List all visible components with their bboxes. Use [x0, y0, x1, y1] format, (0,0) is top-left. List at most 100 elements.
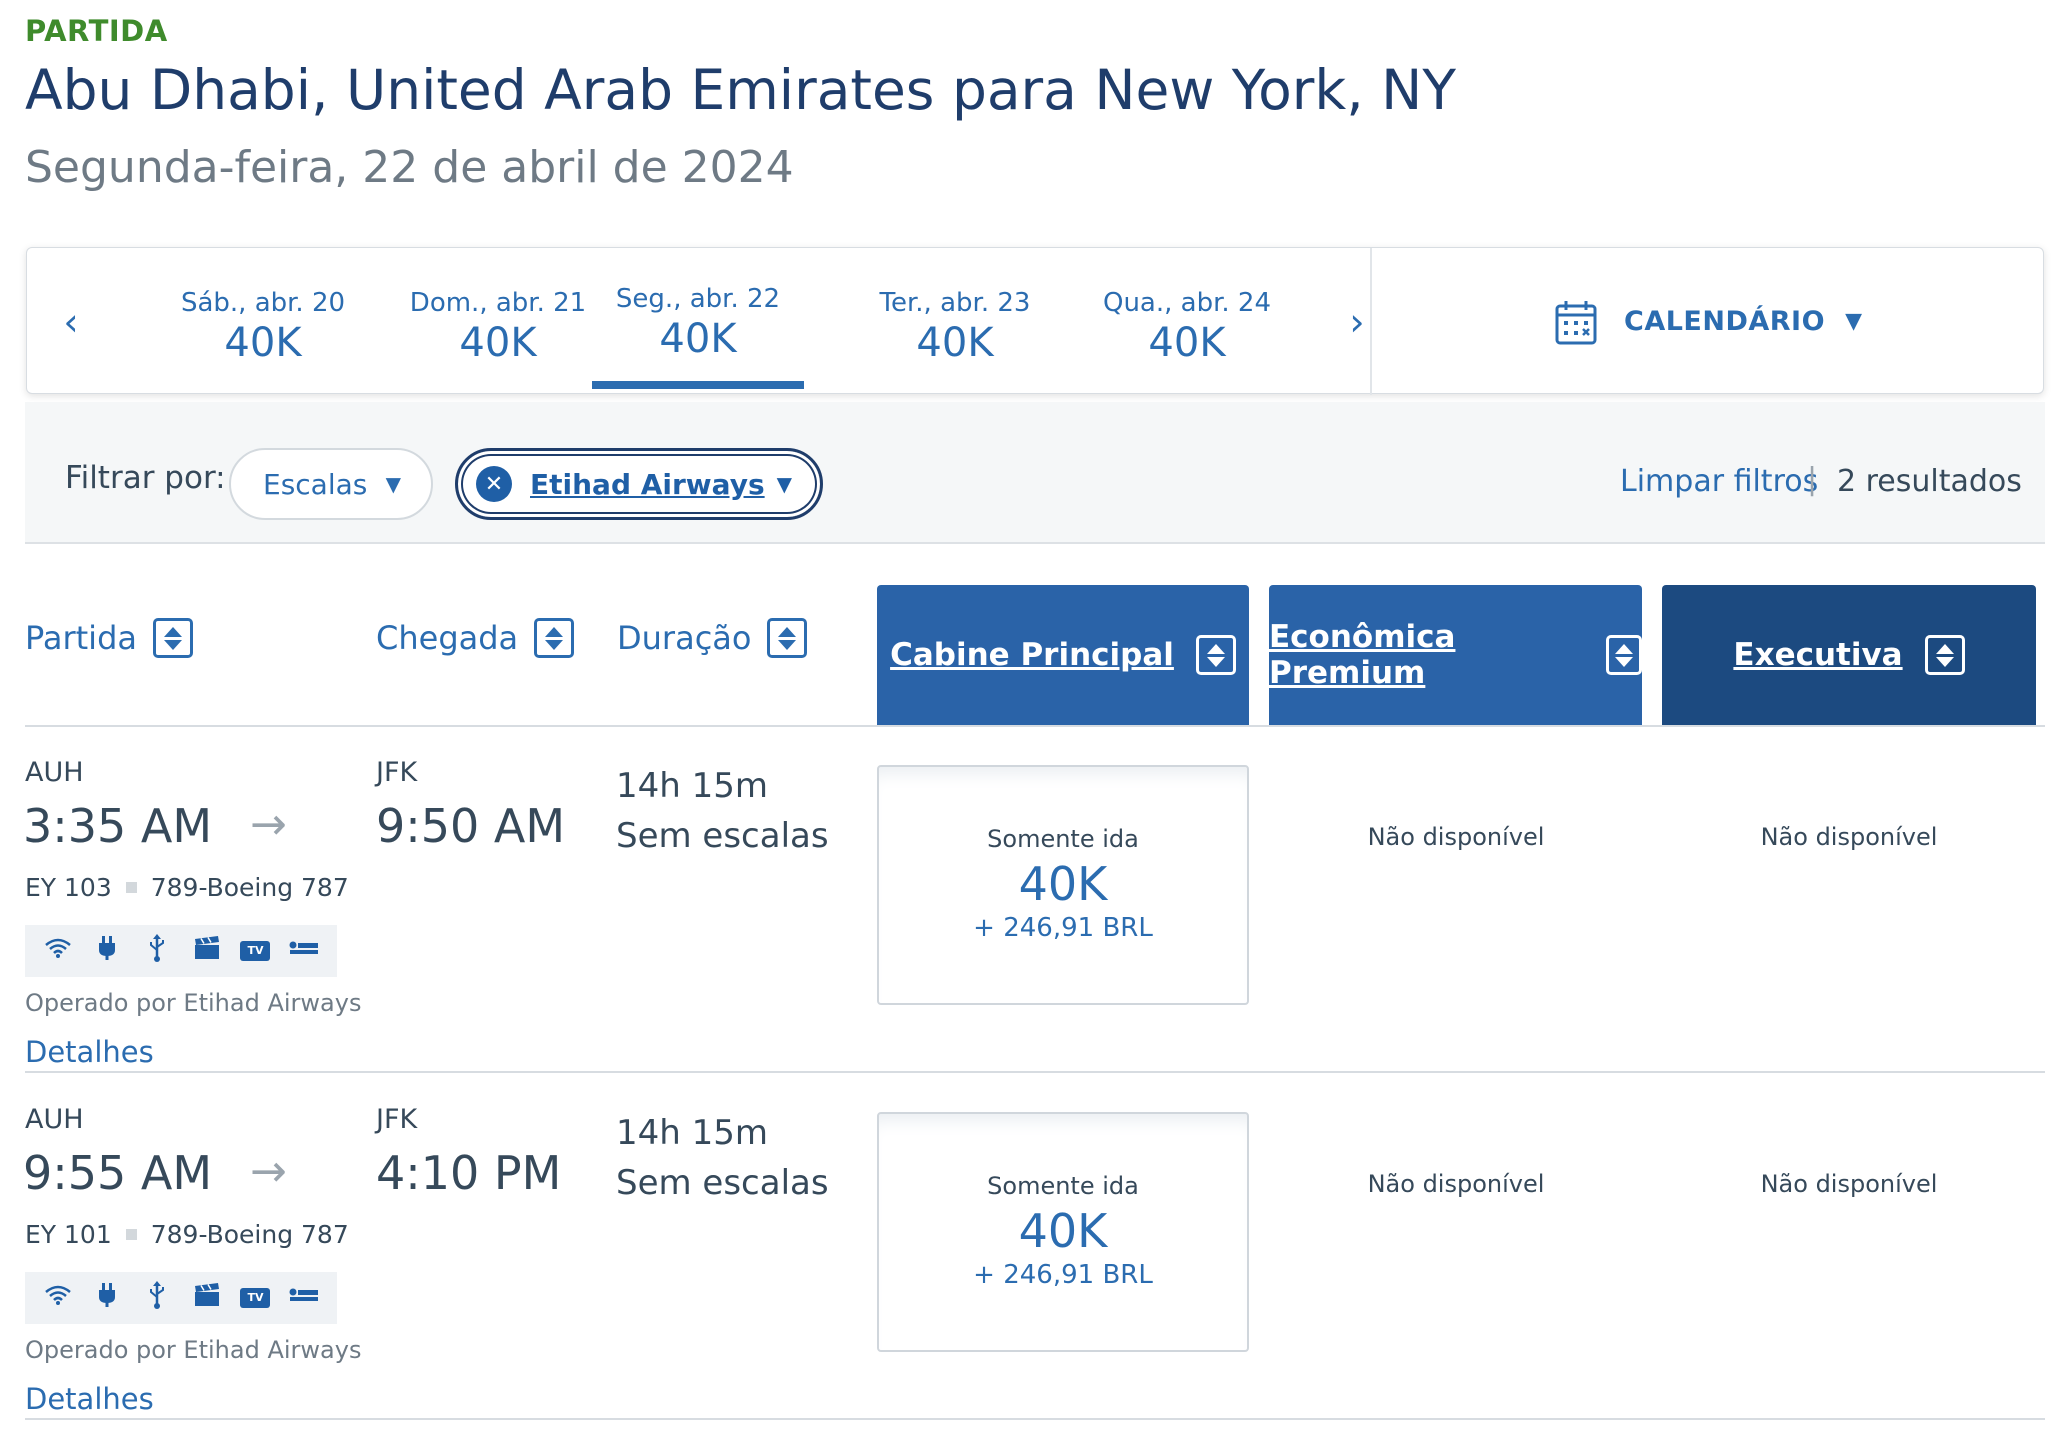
wifi-icon — [42, 1284, 74, 1312]
divider — [25, 1418, 2045, 1420]
arrow-right-icon: → — [250, 799, 287, 850]
separator: | — [1807, 462, 1818, 497]
amenities-bar: TV — [25, 925, 337, 977]
date-option-selected[interactable]: Seg., abr. 22 40K — [592, 248, 804, 395]
sort-arrival-button[interactable]: Chegada — [376, 618, 575, 658]
origin-airport: AUH — [25, 757, 84, 788]
date-option-label: Qua., abr. 24 — [1102, 288, 1272, 318]
tv-icon: TV — [240, 1288, 271, 1308]
duration-header-label: Duração — [617, 619, 752, 657]
date-option-label: Ter., abr. 23 — [879, 288, 1031, 318]
sort-icon — [1195, 635, 1236, 675]
flight-row: AUH 9:55 AM → JFK 4:10 PM 14h 15m Sem es… — [0, 1074, 2066, 1420]
caret-down-icon: ▼ — [385, 472, 401, 496]
duration-value: 14h 15m — [616, 1113, 769, 1153]
page-title: Abu Dhabi, United Arab Emirates para New… — [25, 58, 1456, 122]
entertainment-icon — [191, 1283, 223, 1313]
sort-icon — [1924, 635, 1965, 675]
amenities-bar: TV — [25, 1272, 337, 1324]
date-option-4[interactable]: Ter., abr. 23 40K — [849, 248, 1061, 395]
usb-icon — [141, 1280, 173, 1316]
wifi-icon — [42, 937, 74, 965]
remove-filter-icon[interactable]: ✕ — [476, 466, 512, 502]
filter-label: Filtrar por: — [65, 460, 226, 496]
lie-flat-seat-icon — [288, 938, 320, 964]
calendar-icon — [1555, 300, 1597, 344]
separator-dot — [125, 1229, 137, 1240]
fare-price: 40K — [1018, 857, 1108, 911]
details-link[interactable]: Detalhes — [25, 1382, 154, 1416]
flight-info: EY 103 789-Boeing 787 — [25, 873, 349, 902]
sort-icon — [767, 618, 808, 658]
fare-button-main-cabin[interactable]: Somente ida 40K + 246,91 BRL — [877, 765, 1249, 1005]
filter-bar: Filtrar por: Escalas ▼ ✕ Etihad Airways … — [25, 402, 2045, 544]
flight-duration: 14h 15m Sem escalas — [616, 761, 829, 861]
fare-taxes: + 246,91 BRL — [973, 1260, 1153, 1290]
power-outlet-icon — [91, 935, 123, 967]
sort-duration-button[interactable]: Duração — [617, 618, 808, 658]
caret-down-icon: ▼ — [1845, 309, 1862, 334]
travel-date: Segunda-feira, 22 de abril de 2024 — [25, 142, 794, 193]
flight-number: EY 103 — [25, 873, 112, 902]
business-unavailable: Não disponível — [1760, 823, 1938, 851]
date-option-price: 40K — [659, 316, 737, 362]
cabin-header-premium-economy[interactable]: Econômica Premium — [1269, 585, 1642, 725]
section-label: PARTIDA — [25, 14, 168, 48]
previous-dates-button[interactable]: ‹ — [41, 248, 101, 395]
date-option-2[interactable]: Dom., abr. 21 40K — [392, 248, 604, 395]
departure-time: 3:35 AM — [23, 799, 213, 853]
date-option-price: 40K — [916, 320, 994, 366]
airline-filter-dropdown[interactable]: ✕ Etihad Airways ▼ — [455, 448, 823, 520]
date-option-price: 40K — [224, 320, 302, 366]
date-option-price: 40K — [1148, 320, 1226, 366]
clear-filters-link[interactable]: Limpar filtros — [1620, 464, 1818, 499]
date-option-price: 40K — [459, 320, 537, 366]
power-outlet-icon — [91, 1282, 123, 1314]
calendar-button[interactable]: CALENDÁRIO ▼ — [1372, 248, 2044, 395]
cabin-header-main[interactable]: Cabine Principal — [877, 585, 1249, 725]
sort-icon — [534, 618, 575, 658]
cabin-header-label: Cabine Principal — [890, 637, 1174, 673]
flight-info: EY 101 789-Boeing 787 — [25, 1220, 349, 1249]
arrival-time: 9:50 AM — [376, 799, 566, 853]
sort-icon — [1605, 635, 1642, 675]
fare-type: Somente ida — [987, 1172, 1139, 1200]
arrow-right-icon: → — [250, 1146, 287, 1197]
cabin-header-label: Executiva — [1733, 637, 1903, 673]
departure-header-label: Partida — [25, 619, 137, 657]
aircraft-type: 789-Boeing 787 — [150, 1220, 349, 1249]
destination-airport: JFK — [376, 757, 418, 788]
flight-number: EY 101 — [25, 1220, 112, 1249]
calendar-label: CALENDÁRIO — [1624, 306, 1826, 337]
results-count: 2 resultados — [1837, 464, 2022, 499]
date-option-1[interactable]: Sáb., abr. 20 40K — [157, 248, 369, 395]
cabin-header-label: Econômica Premium — [1269, 619, 1456, 691]
stops-value: Sem escalas — [616, 1163, 829, 1203]
separator-dot — [125, 882, 137, 893]
aircraft-type: 789-Boeing 787 — [150, 873, 349, 902]
duration-value: 14h 15m — [616, 766, 769, 806]
flight-duration: 14h 15m Sem escalas — [616, 1108, 829, 1208]
arrival-header-label: Chegada — [376, 619, 519, 657]
sort-departure-button[interactable]: Partida — [25, 618, 193, 658]
fare-price: 40K — [1018, 1204, 1108, 1258]
origin-airport: AUH — [25, 1104, 84, 1135]
usb-icon — [141, 933, 173, 969]
date-option-label: Seg., abr. 22 — [615, 284, 781, 314]
fare-taxes: + 246,91 BRL — [973, 913, 1153, 943]
caret-down-icon: ▼ — [776, 472, 792, 496]
stops-value: Sem escalas — [616, 816, 829, 856]
departure-time: 9:55 AM — [23, 1146, 213, 1200]
operated-by: Operado por Etihad Airways — [25, 1336, 362, 1364]
fare-type: Somente ida — [987, 825, 1139, 853]
fare-button-main-cabin[interactable]: Somente ida 40K + 246,91 BRL — [877, 1112, 1249, 1352]
date-option-5[interactable]: Qua., abr. 24 40K — [1081, 248, 1293, 395]
tv-icon: TV — [240, 941, 271, 961]
details-link[interactable]: Detalhes — [25, 1035, 154, 1069]
arrival-time: 4:10 PM — [376, 1146, 562, 1200]
date-option-label: Dom., abr. 21 — [409, 288, 587, 318]
stops-filter-dropdown[interactable]: Escalas ▼ — [229, 448, 433, 520]
date-selector-bar: ‹ Sáb., abr. 20 40K Dom., abr. 21 40K Se… — [26, 247, 2044, 395]
cabin-header-business[interactable]: Executiva — [1662, 585, 2036, 725]
sort-icon — [152, 618, 193, 658]
